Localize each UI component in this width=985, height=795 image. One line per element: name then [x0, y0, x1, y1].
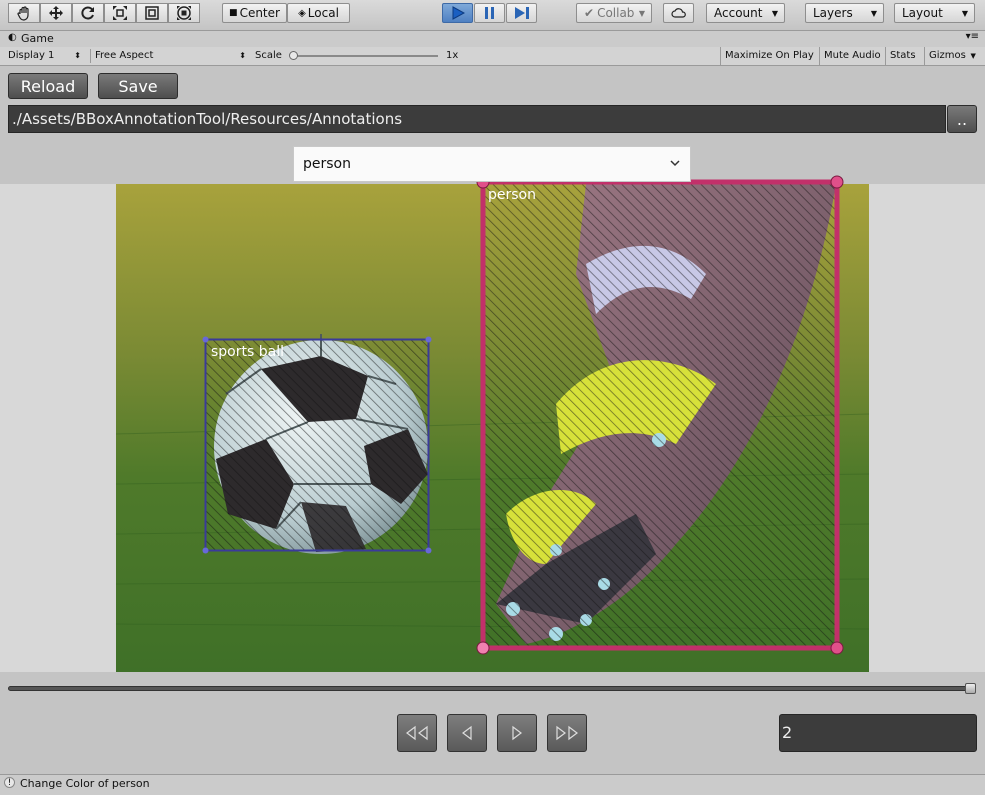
sports-ball-label: sports ball: [211, 344, 284, 360]
chevron-down-icon: [670, 160, 680, 167]
left-arrow-icon: [462, 725, 472, 741]
bbox-handle[interactable]: [830, 641, 844, 655]
double-left-arrow-icon: [406, 725, 428, 741]
bbox-handle[interactable]: [830, 175, 844, 189]
person-bbox[interactable]: [476, 175, 844, 655]
first-frame-button[interactable]: [397, 714, 437, 752]
frame-number-field[interactable]: 2: [779, 714, 977, 752]
right-arrow-icon: [512, 725, 522, 741]
bbox-handle[interactable]: [476, 641, 490, 655]
class-select[interactable]: person: [293, 146, 691, 182]
bbox-handle[interactable]: [425, 336, 432, 343]
last-frame-button[interactable]: [547, 714, 587, 752]
frame-slider-track[interactable]: [8, 686, 976, 691]
person-label: person: [488, 187, 536, 203]
info-icon: !: [4, 777, 15, 788]
status-bar: ! Change Color of person: [0, 774, 985, 795]
bbox-handle[interactable]: [202, 336, 209, 343]
previous-frame-button[interactable]: [447, 714, 487, 752]
frame-slider-thumb[interactable]: [965, 683, 976, 694]
sports-ball-bbox[interactable]: [202, 336, 432, 554]
status-message[interactable]: Change Color of person: [20, 777, 150, 790]
bbox-handle[interactable]: [425, 547, 432, 554]
bbox-handle[interactable]: [202, 547, 209, 554]
bbox-overlay: [202, 175, 844, 655]
double-right-arrow-icon: [556, 725, 578, 741]
next-frame-button[interactable]: [497, 714, 537, 752]
